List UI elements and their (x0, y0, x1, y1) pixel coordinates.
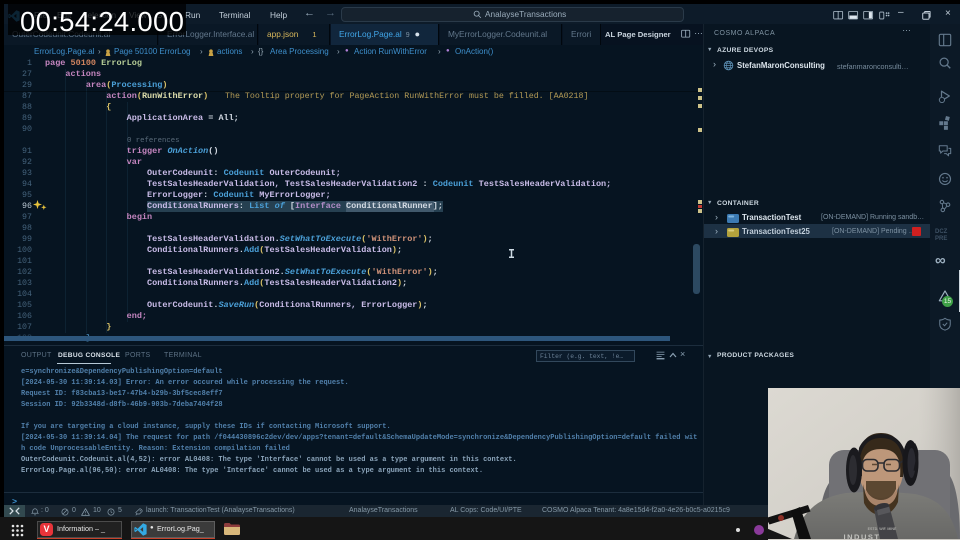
svg-text:ESTD. WIF. MINE: ESTD. WIF. MINE (868, 527, 897, 531)
svg-text:INDUST: INDUST (844, 533, 881, 540)
